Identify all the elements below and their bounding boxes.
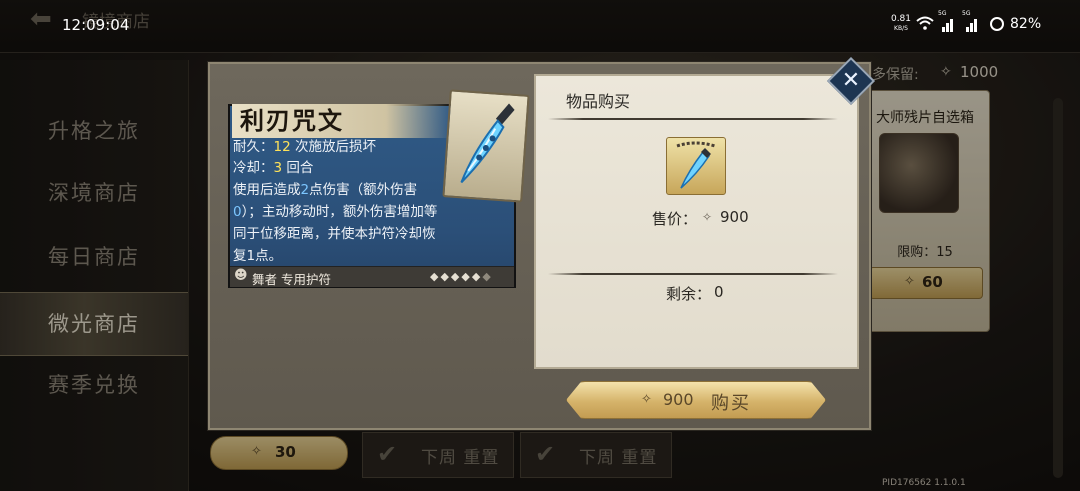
durability-suffix: 次施放后损坏 [290, 139, 376, 155]
signal-type: 5G [962, 10, 971, 17]
net-speed-value: 0.81 [890, 14, 912, 24]
close-icon[interactable]: ✕ [834, 64, 868, 98]
battery-percent: 82% [1010, 16, 1042, 32]
net-speed: 0.81 KB/S [890, 14, 912, 34]
signal-icon: 5G [962, 10, 980, 32]
damage-value: 2 [300, 182, 310, 198]
desc-text: 点伤害（额外伤害 [309, 182, 418, 198]
item-class-label: 舞者 专用护符 [252, 272, 331, 287]
status-icons: 0.81 KB/S 5G 5G 82% [890, 10, 1070, 36]
dagger-icon [676, 141, 716, 189]
extra-damage-value: 0 [233, 204, 242, 220]
panel-title: 物品购买 [566, 92, 631, 111]
net-speed-unit: KB/S [894, 25, 908, 32]
item-art-card [442, 89, 530, 203]
item-thumbnail [666, 137, 726, 195]
divider [548, 273, 838, 275]
desc-text: ）；主动移动时，额外伤害增加等 [241, 204, 438, 220]
buy-price: 900 [663, 390, 694, 409]
signal-type: 5G [938, 10, 947, 17]
price-value: 900 [720, 208, 749, 226]
cooldown-value: 3 [273, 160, 283, 176]
battery-icon [990, 17, 1004, 31]
durability-value: 12 [273, 139, 291, 155]
gleam-shard-icon: ✧ [641, 392, 652, 407]
dagger-icon [460, 103, 515, 184]
item-desc-line-2: 0）；主动移动时，额外伤害增加等 [233, 202, 437, 222]
item-name: 利刃咒文 [240, 106, 344, 135]
remaining-value: 0 [714, 283, 724, 301]
durability-label: 耐久： [233, 139, 274, 155]
remaining-label: 剩余： [666, 285, 712, 303]
item-desc-line-1: 使用后造成2点伤害（额外伤害 [233, 180, 417, 200]
divider [548, 118, 838, 120]
item-cooldown: 冷却：3 回合 [233, 158, 313, 178]
buy-button[interactable]: ✧ 900 购买 [566, 381, 826, 419]
price-label: 售价： [652, 210, 698, 228]
cooldown-suffix: 回合 [282, 160, 314, 176]
item-desc-line-3: 同于位移距离，并使本护符冷却恢 [233, 226, 436, 242]
signal-icon: 5G [938, 10, 956, 32]
rarity-pips-icon: ◆◆◆◆◆◆ [430, 270, 493, 283]
wifi-icon [916, 16, 934, 34]
item-footer: ☻ 舞者 专用护符 ◆◆◆◆◆◆ [230, 266, 514, 287]
desc-text: 使用后造成 [233, 182, 301, 198]
buy-label: 购买 [711, 393, 751, 414]
gleam-shard-icon: ✧ [702, 210, 713, 224]
item-desc-line-4: 复1点。 [233, 248, 283, 264]
status-time: 12:09:04 [62, 16, 130, 34]
cooldown-label: 冷却： [233, 160, 274, 176]
dancer-class-icon: ☻ [234, 268, 248, 283]
item-durability: 耐久：12 次施放后损坏 [233, 137, 376, 157]
